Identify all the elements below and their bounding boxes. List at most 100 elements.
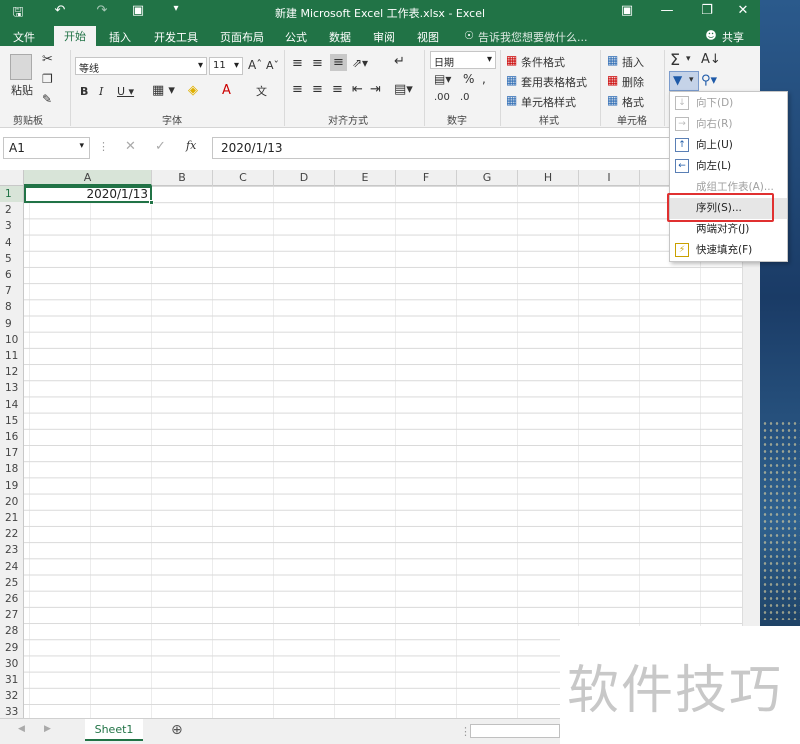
column-header-e[interactable]: E <box>335 170 396 186</box>
row-header[interactable]: 23 <box>0 542 23 558</box>
next-sheet-icon[interactable]: ▶ <box>44 724 51 734</box>
underline-button[interactable]: U ▾ <box>117 85 134 98</box>
row-header[interactable]: 28 <box>0 623 23 639</box>
insert-cells-button[interactable]: 插入 <box>622 54 644 70</box>
menu-item-fill-right[interactable]: → 向右(R) <box>670 114 787 135</box>
format-cells-button[interactable]: 格式 <box>622 94 644 110</box>
wrap-text-icon[interactable]: ↵ <box>394 54 405 69</box>
row-header[interactable]: 10 <box>0 332 23 348</box>
row-header[interactable]: 16 <box>0 429 23 445</box>
row-header[interactable]: 30 <box>0 656 23 672</box>
row-header[interactable]: 18 <box>0 461 23 477</box>
grow-font-icon[interactable]: Aˆ <box>248 58 262 72</box>
row-header[interactable]: 14 <box>0 397 23 413</box>
border-icon[interactable]: ▦ ▾ <box>152 83 175 98</box>
tab-home[interactable]: 开始 <box>54 26 96 46</box>
percent-icon[interactable]: % <box>463 72 474 86</box>
font-color-icon[interactable]: A <box>222 83 231 98</box>
share-button[interactable]: 共享 <box>718 27 748 46</box>
comma-icon[interactable]: , <box>482 72 486 86</box>
menu-item-justify[interactable]: 两端对齐(J) <box>670 219 787 240</box>
row-header[interactable]: 2 <box>0 202 23 218</box>
sheet-tab[interactable]: Sheet1 <box>85 719 143 741</box>
number-format-select[interactable]: 日期 ▾ <box>430 51 496 69</box>
merge-center-icon[interactable]: ▤▾ <box>394 82 413 97</box>
row-header[interactable]: 20 <box>0 494 23 510</box>
paste-button[interactable]: 粘贴 <box>11 82 33 98</box>
row-header[interactable]: 5 <box>0 251 23 267</box>
increase-decimal-icon[interactable]: .00 <box>434 92 450 103</box>
name-box[interactable]: A1 ▾ <box>3 137 90 159</box>
column-header-a[interactable]: A <box>24 170 152 186</box>
row-header[interactable]: 27 <box>0 607 23 623</box>
row-header[interactable]: 22 <box>0 526 23 542</box>
autosum-icon[interactable]: Σ <box>670 50 680 69</box>
minimize-button[interactable]: — <box>650 0 684 24</box>
row-header[interactable]: 33 <box>0 704 23 718</box>
horizontal-scrollbar[interactable] <box>470 724 560 738</box>
row-header[interactable]: 13 <box>0 380 23 396</box>
row-header[interactable]: 26 <box>0 591 23 607</box>
cell-style-button[interactable]: 单元格样式 <box>521 94 576 110</box>
row-header[interactable]: 29 <box>0 640 23 656</box>
decrease-indent-icon[interactable]: ⇤ <box>352 82 363 97</box>
cancel-icon[interactable]: ✕ <box>125 139 136 154</box>
row-header[interactable]: 32 <box>0 688 23 704</box>
close-button[interactable]: ✕ <box>726 0 760 24</box>
decrease-decimal-icon[interactable]: .0 <box>460 92 470 103</box>
menu-item-flash-fill[interactable]: ⚡ 快速填充(F) <box>670 240 787 261</box>
tab-view[interactable]: 视图 <box>410 27 446 46</box>
tab-file[interactable]: 文件 <box>4 27 44 46</box>
column-header-c[interactable]: C <box>213 170 274 186</box>
sort-filter-icon[interactable]: A↓ <box>701 52 721 67</box>
phonetic-icon[interactable]: 文 <box>256 83 267 99</box>
column-header-d[interactable]: D <box>274 170 335 186</box>
cut-icon[interactable]: ✂ <box>42 52 53 67</box>
row-header[interactable]: 17 <box>0 445 23 461</box>
column-header-i[interactable]: I <box>579 170 640 186</box>
row-header[interactable]: 6 <box>0 267 23 283</box>
row-header[interactable]: 19 <box>0 478 23 494</box>
tab-developer[interactable]: 开发工具 <box>148 27 204 46</box>
row-header[interactable]: 7 <box>0 283 23 299</box>
align-bottom-icon[interactable]: ≡ <box>330 54 347 71</box>
tab-page-layout[interactable]: 页面布局 <box>214 27 270 46</box>
row-header[interactable]: 9 <box>0 316 23 332</box>
fill-handle[interactable] <box>149 200 154 205</box>
autosum-dropdown[interactable]: ▾ <box>686 54 691 64</box>
row-header[interactable]: 25 <box>0 575 23 591</box>
column-header-g[interactable]: G <box>457 170 518 186</box>
align-top-icon[interactable]: ≡ <box>292 56 303 71</box>
row-header[interactable]: 1 <box>0 186 23 203</box>
maximize-button[interactable]: ❐ <box>690 0 724 24</box>
row-header[interactable]: 3 <box>0 218 23 234</box>
row-header[interactable]: 8 <box>0 299 23 315</box>
row-header[interactable]: 24 <box>0 559 23 575</box>
currency-icon[interactable]: ▤▾ <box>434 72 451 86</box>
format-painter-icon[interactable]: ✎ <box>42 92 52 106</box>
paste-icon[interactable] <box>10 54 32 80</box>
copy-icon[interactable]: ❐ <box>42 72 53 86</box>
menu-item-fill-up[interactable]: ↑ 向上(U) <box>670 135 787 156</box>
tell-me-input[interactable]: 告诉我您想要做什么... <box>478 27 606 46</box>
row-header[interactable]: 15 <box>0 413 23 429</box>
align-middle-icon[interactable]: ≡ <box>312 56 323 71</box>
fill-color-icon[interactable]: ◈ <box>188 83 198 98</box>
row-header[interactable]: 31 <box>0 672 23 688</box>
row-header[interactable]: 4 <box>0 235 23 251</box>
increase-indent-icon[interactable]: ⇥ <box>370 82 381 97</box>
column-header-f[interactable]: F <box>396 170 457 186</box>
orientation-icon[interactable]: ⇗▾ <box>352 56 368 70</box>
prev-sheet-icon[interactable]: ◀ <box>18 724 25 734</box>
select-all-button[interactable] <box>0 170 24 186</box>
insert-function-icon[interactable]: fx <box>186 139 196 152</box>
ribbon-display-icon[interactable]: ▣ <box>610 0 644 24</box>
cell-a1[interactable]: 2020/1/13 <box>24 186 152 203</box>
align-center-icon[interactable]: ≡ <box>312 82 323 97</box>
column-header-h[interactable]: H <box>518 170 579 186</box>
find-select-icon[interactable]: ⚲▾ <box>701 73 717 88</box>
add-sheet-icon[interactable]: ⊕ <box>171 722 183 738</box>
conditional-format-button[interactable]: 条件格式 <box>521 54 565 70</box>
align-right-icon[interactable]: ≡ <box>332 82 343 97</box>
tab-insert[interactable]: 插入 <box>100 27 140 46</box>
